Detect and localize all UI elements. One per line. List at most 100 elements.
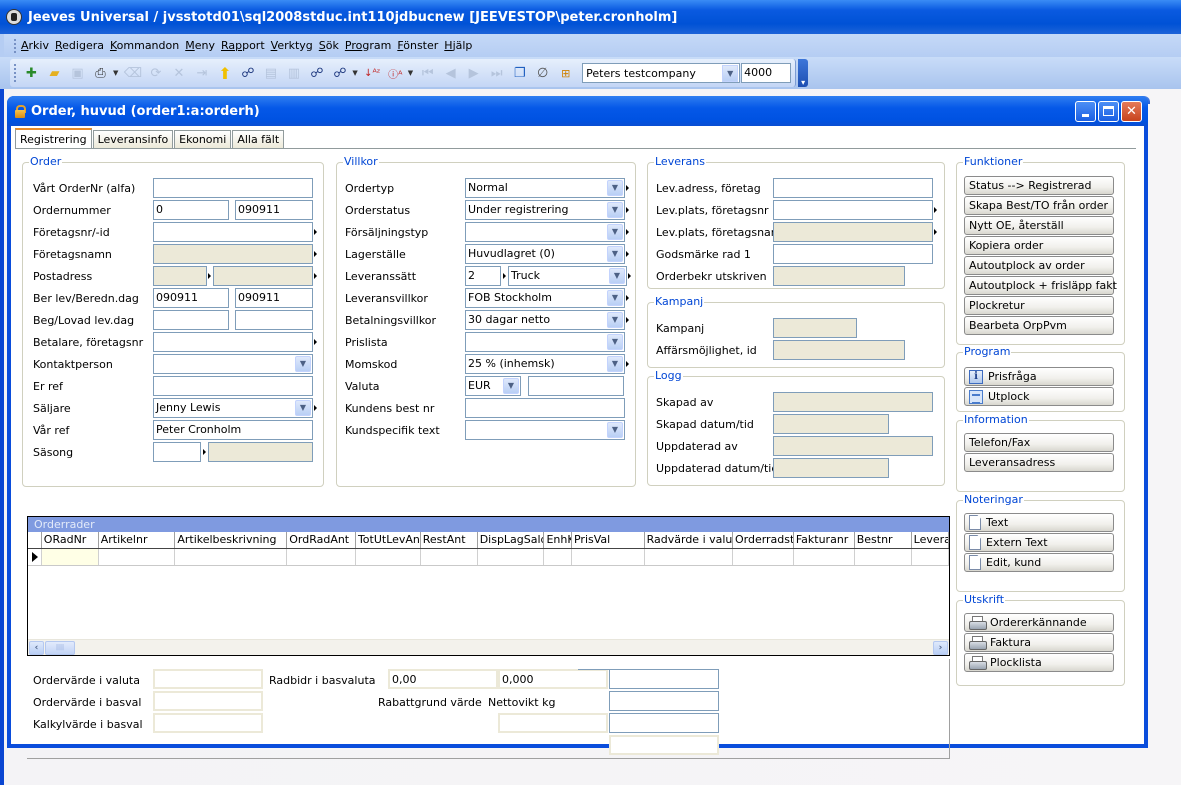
orderstatus-select[interactable]: Under registrering ▼ [465, 200, 625, 220]
tab-ekonomi[interactable]: Ekonomi [174, 130, 232, 148]
print-dropdown-icon[interactable]: ▼ [113, 69, 118, 77]
column-header[interactable]: DispLagSaldo [478, 532, 545, 548]
export-icon[interactable]: ⇥ [191, 63, 212, 84]
next-record-icon[interactable]: ▶ [463, 63, 484, 84]
ordernummer-field[interactable]: 0 [153, 200, 229, 220]
lookup-arrow-icon[interactable] [626, 295, 629, 301]
valuta-select[interactable]: EUR ▼ [465, 376, 521, 396]
chevron-down-icon[interactable]: ▼ [295, 400, 311, 416]
table-cell[interactable] [175, 549, 288, 565]
leveranssatt-code-field[interactable]: 2 [465, 266, 501, 286]
foretagsnr-field[interactable] [153, 222, 313, 242]
table-row[interactable] [28, 549, 949, 566]
menu-arkiv[interactable]: Arkiv [21, 39, 49, 52]
beg-lev-field[interactable] [153, 310, 229, 330]
close-button[interactable]: ✕ [1121, 100, 1142, 122]
lookup-arrow-icon[interactable] [203, 449, 206, 455]
find-list-icon[interactable]: ☍ [306, 63, 327, 84]
table-cell[interactable] [99, 549, 176, 565]
lookup-arrow-icon[interactable] [934, 229, 937, 235]
table-cell[interactable] [855, 549, 912, 565]
plockretur-button[interactable]: Plockretur [964, 296, 1114, 315]
lookup-arrow-icon[interactable] [314, 273, 317, 279]
lookup-arrow-icon[interactable] [626, 185, 629, 191]
chevron-down-icon[interactable]: ▼ [607, 224, 623, 240]
column-header[interactable]: OrdRadAnt [287, 532, 356, 548]
kundens-best-nr-field[interactable] [465, 398, 625, 418]
chevron-down-icon[interactable]: ▼ [722, 64, 739, 82]
column-header[interactable]: Radvärde i valuta [645, 532, 733, 548]
var-ref-field[interactable]: Peter Cronholm [153, 420, 313, 440]
nytt-oe-button[interactable]: Nytt OE, återställ [964, 216, 1114, 235]
chevron-down-icon[interactable]: ▼ [503, 378, 519, 394]
er-ref-field[interactable] [153, 376, 313, 396]
leveransvillkor-select[interactable]: FOB Stockholm ▼ [465, 288, 625, 308]
sort-dropdown-icon[interactable]: ▼ [408, 69, 413, 77]
chevron-down-icon[interactable]: ▼ [607, 290, 623, 306]
lookup-arrow-icon[interactable] [626, 361, 629, 367]
chevron-down-icon[interactable]: ▼ [607, 202, 623, 218]
table-cell[interactable] [478, 549, 545, 565]
prev-record-icon[interactable]: ◀ [440, 63, 461, 84]
plocklista-button[interactable]: Plocklista [964, 653, 1114, 672]
table-cell[interactable] [544, 549, 572, 565]
table-cell[interactable] [287, 549, 356, 565]
text-button[interactable]: Text [964, 513, 1114, 532]
table-cell[interactable] [356, 549, 421, 565]
utplock-button[interactable]: Utplock [964, 387, 1114, 406]
telefon-fax-button[interactable]: Telefon/Fax [964, 433, 1114, 452]
sasong-field[interactable] [153, 442, 201, 462]
lookup-arrow-icon[interactable] [208, 273, 211, 279]
table-cell[interactable] [41, 549, 99, 565]
windows-icon[interactable]: ❐ [509, 63, 530, 84]
saljare-select[interactable]: Jenny Lewis ▼ [153, 398, 313, 418]
godsmarke-field[interactable] [773, 244, 933, 264]
column-header[interactable]: Orderradsta [733, 532, 794, 548]
chevron-down-icon[interactable]: ▼ [607, 356, 623, 372]
column-header[interactable]: Levera [912, 532, 949, 548]
column-header[interactable]: PrisVal [572, 532, 645, 548]
scroll-thumb[interactable]: |||| [45, 641, 75, 655]
edit-kund-button[interactable]: Edit, kund [964, 553, 1114, 572]
column-header[interactable]: Artikelbeskrivning [175, 532, 288, 548]
chevron-down-icon[interactable]: ▼ [607, 246, 623, 262]
lookup-arrow-icon[interactable] [314, 405, 317, 411]
menu-rapport[interactable]: Rapport [221, 39, 265, 52]
ordernummer-date-field[interactable]: 090911 [235, 200, 313, 220]
menu-verktyg[interactable]: Verktyg [271, 39, 313, 52]
autoutplock-frislapp-button[interactable]: Autoutplock + frisläpp fakt [964, 276, 1117, 295]
kundspecifik-text-select[interactable]: ▼ [465, 420, 625, 440]
menu-program[interactable]: Program [345, 39, 391, 52]
ordertyp-select[interactable]: Normal ▼ [465, 178, 625, 198]
column-header[interactable]: ORadNr [42, 532, 99, 548]
skapa-best-button[interactable]: Skapa Best/TO från order [964, 196, 1114, 215]
menu-kommandon[interactable]: Kommandon [110, 39, 179, 52]
extern-text-button[interactable]: Extern Text [964, 533, 1114, 552]
lookup-arrow-icon[interactable] [314, 339, 317, 345]
toolbar-overflow-icon[interactable]: ▾ [798, 59, 809, 87]
paperclip-icon[interactable]: ∅ [532, 63, 553, 84]
table-cell[interactable] [912, 549, 949, 565]
leveranssatt-select[interactable]: Truck ▼ [508, 266, 627, 286]
kopiera-order-button[interactable]: Kopiera order [964, 236, 1114, 255]
tree-icon[interactable]: ⊞ [555, 63, 576, 84]
kontaktperson-select[interactable]: ▼ [153, 354, 313, 374]
first-record-icon[interactable]: ⏮ [417, 63, 438, 84]
betalare-field[interactable] [153, 332, 313, 352]
betalningsvillkor-select[interactable]: 30 dagar netto ▼ [465, 310, 625, 330]
status-registrerad-button[interactable]: Status --> Registrerad [964, 176, 1114, 195]
save-icon[interactable]: ▣ [67, 63, 88, 84]
last-record-icon[interactable]: ⏭ [486, 63, 507, 84]
column-header[interactable]: RestAnt [421, 532, 478, 548]
lev-adress-field[interactable] [773, 178, 933, 198]
vart-ordernr-field[interactable] [153, 178, 313, 198]
ber-lev-field[interactable]: 090911 [153, 288, 229, 308]
tab-alla-falt[interactable]: Alla fält [232, 130, 285, 148]
table-cell[interactable] [421, 549, 478, 565]
delete-icon[interactable]: ✕ [168, 63, 189, 84]
column-header[interactable]: EnhK [544, 532, 572, 548]
bearbeta-orppvm-button[interactable]: Bearbeta OrpPvm [964, 316, 1114, 335]
chevron-down-icon[interactable]: ▼ [607, 312, 623, 328]
chevron-down-icon[interactable]: ▼ [607, 180, 623, 196]
tab-leveransinfo[interactable]: Leveransinfo [92, 130, 174, 148]
